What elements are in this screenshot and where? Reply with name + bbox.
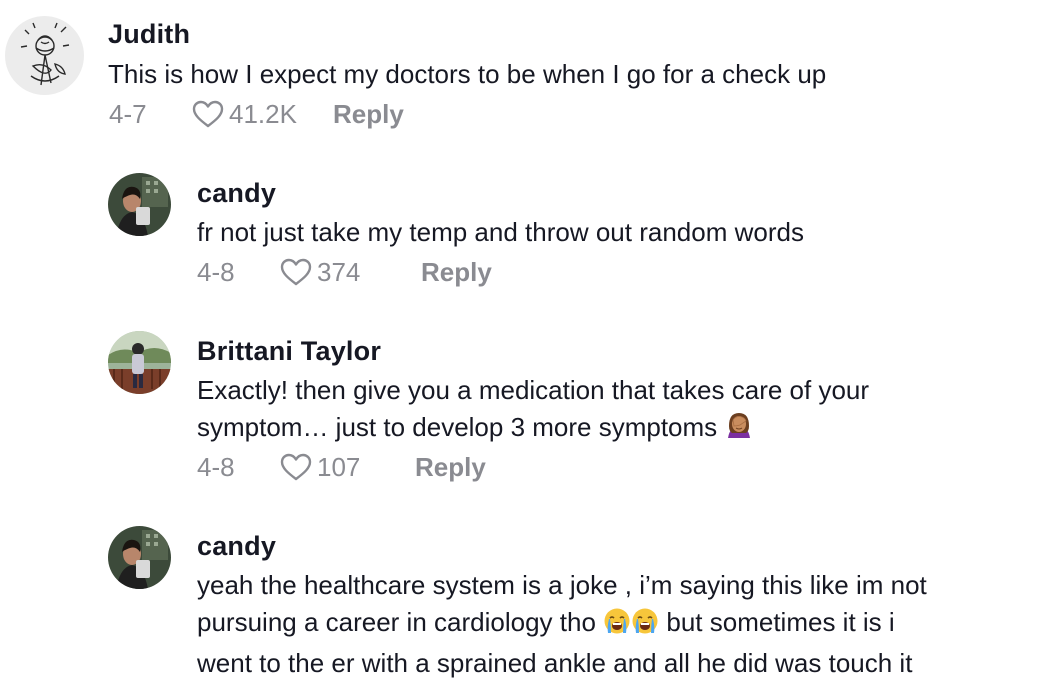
comment-thread: Judith This is how I expect my doctors t…	[0, 0, 1042, 682]
like-count: 374	[317, 256, 361, 287]
comment-date: 4-8	[197, 451, 235, 482]
comment-text-line: symptom… just to develop 3 more symptoms	[197, 412, 718, 442]
comment-text-line-wrap: pursuing a career in cardiology tho but …	[197, 604, 927, 645]
heart-icon	[192, 100, 224, 128]
like-count: 41.2K	[229, 98, 297, 129]
comment-date: 4-8	[197, 256, 235, 287]
comment-text-line: yeah the healthcare system is a joke , i…	[197, 570, 927, 600]
like-button[interactable]: 41.2K	[191, 99, 299, 130]
comment-date: 4-7	[109, 98, 147, 129]
comment-text: yeah the healthcare system is a joke , i…	[197, 567, 927, 682]
avatar[interactable]	[108, 173, 171, 236]
heart-icon	[280, 258, 312, 286]
comment-text: This is how I expect my doctors to be wh…	[108, 56, 826, 93]
comment-author[interactable]: Brittani Taylor	[197, 336, 381, 367]
avatar[interactable]	[108, 331, 171, 394]
loudly-crying-face-emoji-icon	[603, 607, 631, 645]
comment-text-line: This is how I expect my doctors to be wh…	[108, 59, 827, 89]
like-button[interactable]: 374	[279, 257, 387, 288]
comment-text-line: went to the er with a sprained ankle and…	[197, 648, 913, 678]
comment-text-line: pursuing a career in cardiology tho	[197, 607, 596, 637]
reply-button[interactable]: Reply	[333, 99, 404, 130]
avatar[interactable]	[5, 16, 84, 95]
comment-text-line: fr not just take my temp and throw out r…	[197, 217, 804, 247]
reply-button[interactable]: Reply	[421, 257, 492, 288]
comment-author[interactable]: candy	[197, 531, 276, 562]
comment-meta: 4-8 374 Reply	[197, 255, 492, 289]
comment-author[interactable]: candy	[197, 178, 276, 209]
comment-text: Exactly! then give you a medication that…	[197, 372, 869, 450]
loudly-crying-face-emoji-icon	[631, 607, 659, 645]
comment-text-line-wrap: symptom… just to develop 3 more symptoms	[197, 409, 869, 450]
outdoor-photo-avatar-icon	[108, 331, 171, 394]
comment-text-line: but sometimes it is i	[666, 607, 895, 637]
woman-facepalming-emoji-icon	[724, 410, 754, 450]
rose-sketch-avatar-icon	[5, 16, 84, 95]
selfie-avatar-icon	[108, 173, 171, 236]
comment-meta: 4-8 107 Reply	[197, 450, 486, 484]
heart-icon	[280, 453, 312, 481]
avatar[interactable]	[108, 526, 171, 589]
comment-text: fr not just take my temp and throw out r…	[197, 214, 804, 251]
like-button[interactable]: 107	[279, 452, 381, 483]
comment-text-line: Exactly! then give you a medication that…	[197, 375, 870, 405]
like-count: 107	[317, 451, 361, 482]
reply-button[interactable]: Reply	[415, 452, 486, 483]
comment-meta: 4-7 41.2K Reply	[109, 97, 404, 131]
selfie-avatar-icon	[108, 526, 171, 589]
comment-author[interactable]: Judith	[108, 19, 190, 50]
